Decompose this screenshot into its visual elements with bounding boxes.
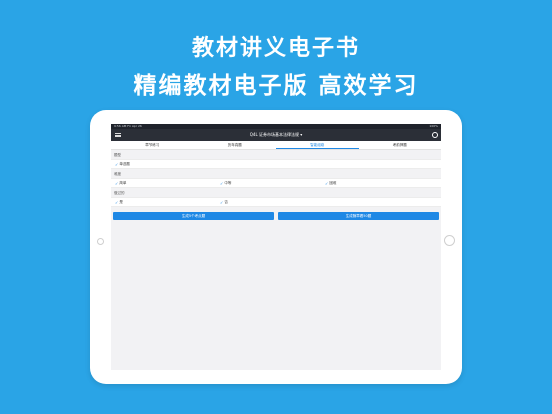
- headline-line-2: 精编教材电子版 高效学习: [133, 73, 419, 99]
- option-no[interactable]: ✓ 否: [220, 200, 325, 205]
- check-icon: ✓: [220, 180, 224, 186]
- headline-line-1: 教材讲义电子书: [191, 36, 360, 61]
- option-single-choice[interactable]: ✓ 单选题: [115, 162, 220, 167]
- tab-smart-paper[interactable]: 智能组卷: [276, 141, 359, 149]
- nav-bar: Q4L 证券市场基本法律法规 ▾: [111, 129, 441, 141]
- settings-icon[interactable]: [432, 132, 438, 138]
- check-icon: ✓: [115, 161, 119, 167]
- check-icon: ✓: [325, 180, 329, 186]
- option-row-done: ✓ 是 ✓ 否: [111, 197, 441, 207]
- option-hard[interactable]: ✓ 困难: [325, 181, 430, 186]
- nav-title[interactable]: Q4L 证券市场基本法律法规 ▾: [250, 132, 302, 137]
- tab-past-exams[interactable]: 历年真题: [194, 141, 277, 149]
- check-icon: ✓: [220, 199, 224, 205]
- tablet-home-button: [444, 235, 455, 246]
- menu-icon[interactable]: [115, 133, 121, 137]
- option-medium[interactable]: ✓ 中等: [220, 181, 325, 186]
- generate-topic-questions-button[interactable]: 生成5个考点题: [113, 212, 274, 220]
- option-easy[interactable]: ✓ 简单: [115, 181, 220, 186]
- option-row-type: ✓ 单选题: [111, 159, 441, 169]
- section-label-type: 题型: [114, 153, 121, 157]
- option-yes[interactable]: ✓ 是: [115, 200, 220, 205]
- app-screen: 9:56 AM Fri Apr 26 100% Q4L 证券市场基本法律法规 ▾…: [111, 124, 441, 370]
- tablet-camera: [97, 238, 104, 245]
- section-label-difficulty: 难度: [114, 172, 121, 176]
- check-icon: ✓: [115, 199, 119, 205]
- section-label-done: 做过的: [114, 191, 125, 195]
- tab-chapter-practice[interactable]: 章节练习: [111, 141, 194, 149]
- check-icon: ✓: [115, 180, 119, 186]
- tab-pre-exam[interactable]: 考前押题: [359, 141, 442, 149]
- option-row-difficulty: ✓ 简单 ✓ 中等 ✓ 困难: [111, 178, 441, 188]
- tab-bar: 章节练习 历年真题 智能组卷 考前押题: [111, 141, 441, 150]
- action-buttons: 生成5个考点题 生成随章看50题: [111, 207, 441, 220]
- generate-chapter-questions-button[interactable]: 生成随章看50题: [278, 212, 439, 220]
